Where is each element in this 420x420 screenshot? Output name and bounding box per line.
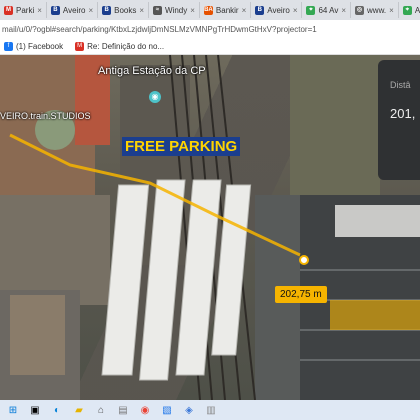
free-parking-banner: FREE PARKING: [122, 137, 241, 156]
browser-tab[interactable]: B Aveiro ×: [47, 2, 99, 18]
close-icon[interactable]: ×: [139, 6, 144, 15]
close-icon[interactable]: ×: [190, 6, 195, 15]
browser-tab-strip: M Parki × B Aveiro × B Books × ≈ Windy × BA Bankir × B A…: [0, 0, 420, 20]
browser-tab[interactable]: ≈ Windy ×: [149, 2, 200, 18]
web-icon: ◎: [355, 5, 365, 15]
station-label[interactable]: Antiga Estação da CP: [98, 65, 206, 77]
close-icon[interactable]: ×: [242, 6, 247, 15]
tab-label: Aveiro: [267, 5, 290, 15]
bookmark-label: (1) Facebook: [16, 41, 64, 51]
facebook-icon: f: [4, 41, 13, 51]
bookmark-label: Re: Definição do no...: [87, 41, 165, 51]
address-bar[interactable]: mail/u/0/?ogbl#search/parking/KtbxLzjdwl…: [0, 20, 420, 38]
gmail-icon: M: [4, 5, 13, 15]
browser-tab[interactable]: B Books ×: [98, 2, 150, 18]
booking-icon: B: [50, 5, 60, 15]
file-explorer-icon[interactable]: ▰: [70, 402, 88, 418]
tab-label: Bankir: [215, 5, 239, 15]
booking-icon: B: [255, 5, 265, 15]
close-icon[interactable]: ×: [88, 6, 93, 15]
field: [290, 55, 380, 195]
satellite-map[interactable]: Antiga Estação da CP ◉ VEIRO.train.STUDI…: [0, 55, 420, 400]
browser-tab[interactable]: ⌖ 64 Av ×: [302, 2, 352, 18]
chrome-icon[interactable]: ◉: [136, 402, 154, 418]
city-block: [0, 195, 110, 305]
measurement-endpoint: [299, 255, 309, 265]
distance-value: 201,: [390, 106, 416, 121]
bank-icon: BA: [203, 5, 213, 15]
browser-tab[interactable]: ⌖Aveiro×: [399, 2, 420, 18]
tab-label: 64 Av: [318, 5, 339, 15]
tab-label: Parki: [16, 5, 35, 15]
browser-tab[interactable]: M Parki ×: [0, 2, 47, 18]
tab-label: Windy: [165, 5, 188, 15]
maps-icon: ⌖: [306, 5, 316, 15]
camera-pin-icon[interactable]: ◉: [149, 91, 161, 103]
studio-label[interactable]: VEIRO.train.STUDIOS: [0, 111, 91, 121]
bookmark-item[interactable]: f (1) Facebook: [4, 41, 64, 51]
distance-label: Distâ: [390, 80, 411, 90]
tab-label: Aveiro: [62, 5, 86, 15]
screen-capture-icon[interactable]: ▧: [158, 402, 176, 418]
windy-icon: ≈: [153, 5, 163, 15]
tab-label: Aveiro: [414, 5, 420, 15]
map-imagery: [0, 55, 420, 400]
maps-icon: ⌖: [402, 5, 412, 15]
address-url[interactable]: mail/u/0/?ogbl#search/parking/KtbxLzjdwl…: [2, 25, 317, 34]
browser-tab[interactable]: B Aveiro ×: [251, 2, 303, 18]
close-icon[interactable]: ×: [389, 6, 394, 15]
app-icon[interactable]: ◈: [180, 402, 198, 418]
tab-label: www.: [367, 5, 387, 15]
bookmarks-bar: f (1) Facebook M Re: Definição do no...: [0, 38, 420, 55]
app-icon[interactable]: ▥: [202, 402, 220, 418]
city-block: [10, 295, 65, 375]
store-icon[interactable]: ⌂: [92, 402, 110, 418]
close-icon[interactable]: ×: [341, 6, 346, 15]
photos-icon[interactable]: ▤: [114, 402, 132, 418]
start-button[interactable]: ⊞: [4, 402, 22, 418]
gmail-icon: M: [75, 41, 85, 51]
close-icon[interactable]: ×: [37, 6, 42, 15]
browser-tab[interactable]: BA Bankir ×: [200, 2, 252, 18]
booking-icon: B: [102, 5, 112, 15]
bookmark-item[interactable]: M Re: Definição do no...: [75, 41, 165, 51]
edge-icon[interactable]: ◐: [48, 402, 66, 418]
parking-zone-arrow: [330, 300, 420, 330]
browser-tab[interactable]: ◎ www. ×: [351, 2, 399, 18]
building-roof: [335, 205, 420, 237]
distance-panel: Distâ 201,: [378, 60, 420, 180]
task-view-icon[interactable]: ▣: [26, 402, 44, 418]
measurement-label: 202,75 m: [275, 286, 327, 303]
close-icon[interactable]: ×: [293, 6, 298, 15]
tab-label: Books: [114, 5, 137, 15]
windows-taskbar: ⊞ ▣ ◐ ▰ ⌂ ▤ ◉ ▧ ◈ ▥: [0, 400, 420, 420]
